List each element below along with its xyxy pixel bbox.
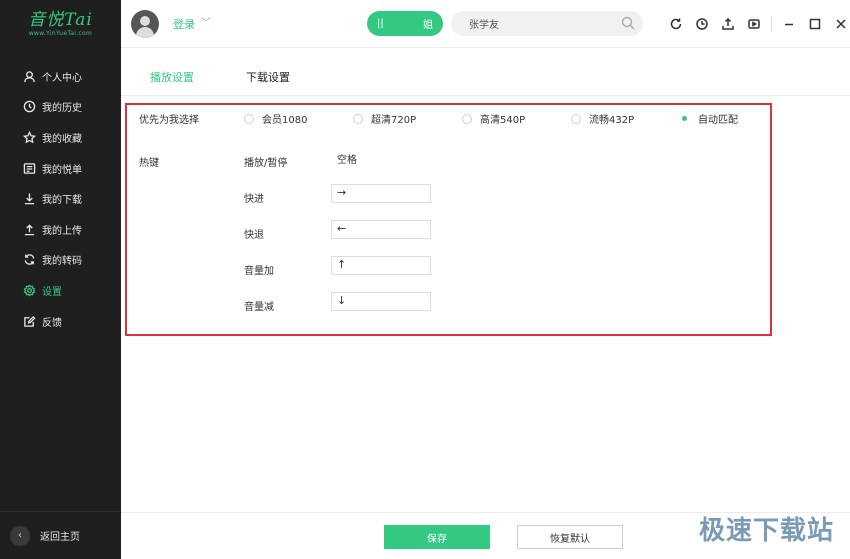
quality-option-label: 自动匹配 (698, 115, 738, 126)
quality-option-label: 高清540P (480, 115, 526, 126)
maximize-icon[interactable] (802, 15, 828, 33)
clock-icon (22, 100, 36, 114)
hotkey-name: 音量加 (244, 266, 274, 277)
watermark: 极速下载站 (698, 516, 834, 546)
hotkey-volume-down-field[interactable]: ↓ (331, 292, 431, 311)
sidebar-item-profile[interactable]: 个人中心 (0, 61, 121, 92)
hotkey-rewind-field[interactable]: ← (331, 220, 431, 239)
quality-option-432p[interactable]: 流畅432P (571, 111, 634, 126)
sidebar-item-label: 反馈 (42, 317, 62, 329)
hotkey-name: 播放/暂停 (244, 158, 288, 169)
search-icon[interactable] (621, 16, 635, 33)
upload-tray-icon[interactable] (715, 15, 741, 33)
sidebar-item-label: 个人中心 (42, 72, 82, 84)
user-icon (22, 69, 36, 83)
gear-icon (22, 283, 36, 297)
sidebar-item-settings[interactable]: 设置 (0, 275, 121, 306)
quality-option-label: 流畅432P (589, 115, 635, 126)
back-home-button[interactable]: ‹ 返回主页 (0, 511, 121, 559)
sidebar-item-downloads[interactable]: 我的下载 (0, 183, 121, 214)
quality-option-label: 会员1080 (262, 115, 308, 126)
window-tools (663, 15, 850, 33)
feedback-icon (22, 314, 36, 328)
sidebar-nav: 个人中心 我的历史 我的收藏 我的悦单 我的下载 我的上传 我的转码 设置 反馈 (0, 61, 121, 336)
sidebar-item-label: 设置 (42, 286, 62, 298)
sidebar: 音悦Tai www.YinYueTai.com 个人中心 我的历史 我的收藏 我… (0, 0, 121, 559)
sidebar-item-uploads[interactable]: 我的上传 (0, 214, 121, 245)
history-icon[interactable] (689, 15, 715, 33)
logo-url: www.YinYueTai.com (28, 30, 93, 37)
quality-option-auto[interactable]: 自动匹配 (680, 111, 738, 126)
convert-icon (22, 253, 36, 267)
sidebar-item-label: 我的历史 (42, 103, 82, 115)
sidebar-item-label: 我的转码 (42, 256, 82, 268)
tab-playback-settings[interactable]: 播放设置 (150, 69, 194, 85)
radio-button (244, 113, 254, 124)
highlight-box (125, 103, 772, 336)
quality-priority-label: 优先为我选择 (139, 115, 199, 126)
quality-option-label: 超清720P (371, 115, 417, 126)
hotkey-name: 快退 (244, 230, 264, 241)
quality-option-540p[interactable]: 高清540P (462, 111, 525, 126)
hotkey-play-pause-value[interactable]: 空格 (337, 151, 357, 166)
sidebar-item-favorites[interactable]: 我的收藏 (0, 122, 121, 153)
sidebar-item-history[interactable]: 我的历史 (0, 92, 121, 123)
back-home-label: 返回主页 (40, 532, 80, 543)
app-logo[interactable]: 音悦Tai www.YinYueTai.com (0, 0, 121, 48)
sidebar-item-transcode[interactable]: 我的转码 (0, 245, 121, 276)
quality-option-1080[interactable]: 会员1080 (244, 111, 307, 126)
hotkey-label: 热键 (139, 158, 159, 169)
radio-button-selected (680, 114, 690, 124)
download-icon (22, 192, 36, 206)
search-box (451, 11, 643, 36)
toggle-left-label: || (377, 18, 384, 29)
top-bar: 登录 ﹀ || 姐 (121, 0, 850, 48)
mode-toggle[interactable]: || 姐 (367, 11, 443, 36)
save-button[interactable]: 保存 (384, 525, 490, 549)
sidebar-item-label: 我的收藏 (42, 133, 82, 145)
player-icon[interactable] (741, 15, 767, 33)
chevron-left-icon: ‹ (10, 525, 30, 546)
sidebar-item-feedback[interactable]: 反馈 (0, 306, 121, 337)
playlist-icon (22, 161, 36, 175)
settings-tabs: 播放设置 下载设置 (121, 49, 850, 96)
quality-option-720p[interactable]: 超清720P (353, 111, 416, 126)
star-icon (22, 130, 36, 144)
minimize-icon[interactable] (776, 15, 802, 33)
sidebar-item-playlists[interactable]: 我的悦单 (0, 153, 121, 184)
radio-button (571, 113, 581, 124)
radio-button (462, 113, 472, 124)
sidebar-item-label: 我的悦单 (42, 164, 82, 176)
toggle-right-label: 姐 (423, 20, 433, 31)
sidebar-item-label: 我的上传 (42, 225, 82, 237)
avatar[interactable] (131, 10, 159, 38)
close-icon[interactable] (828, 15, 850, 33)
upload-icon (22, 222, 36, 236)
hotkey-name: 快进 (244, 194, 264, 205)
logo-text: 音悦Tai (28, 10, 93, 30)
chevron-down-icon[interactable]: ﹀ (201, 14, 211, 29)
login-link[interactable]: 登录 (173, 16, 195, 32)
tab-download-settings[interactable]: 下载设置 (246, 69, 290, 85)
radio-button (353, 113, 363, 124)
search-input[interactable] (469, 18, 609, 29)
reset-defaults-button[interactable]: 恢复默认 (517, 525, 623, 549)
refresh-icon[interactable] (663, 15, 689, 33)
hotkey-name: 音量减 (244, 302, 274, 313)
hotkey-forward-field[interactable]: → (331, 184, 431, 203)
sidebar-item-label: 我的下载 (42, 195, 82, 207)
divider (771, 16, 772, 32)
hotkey-volume-up-field[interactable]: ↑ (331, 256, 431, 275)
